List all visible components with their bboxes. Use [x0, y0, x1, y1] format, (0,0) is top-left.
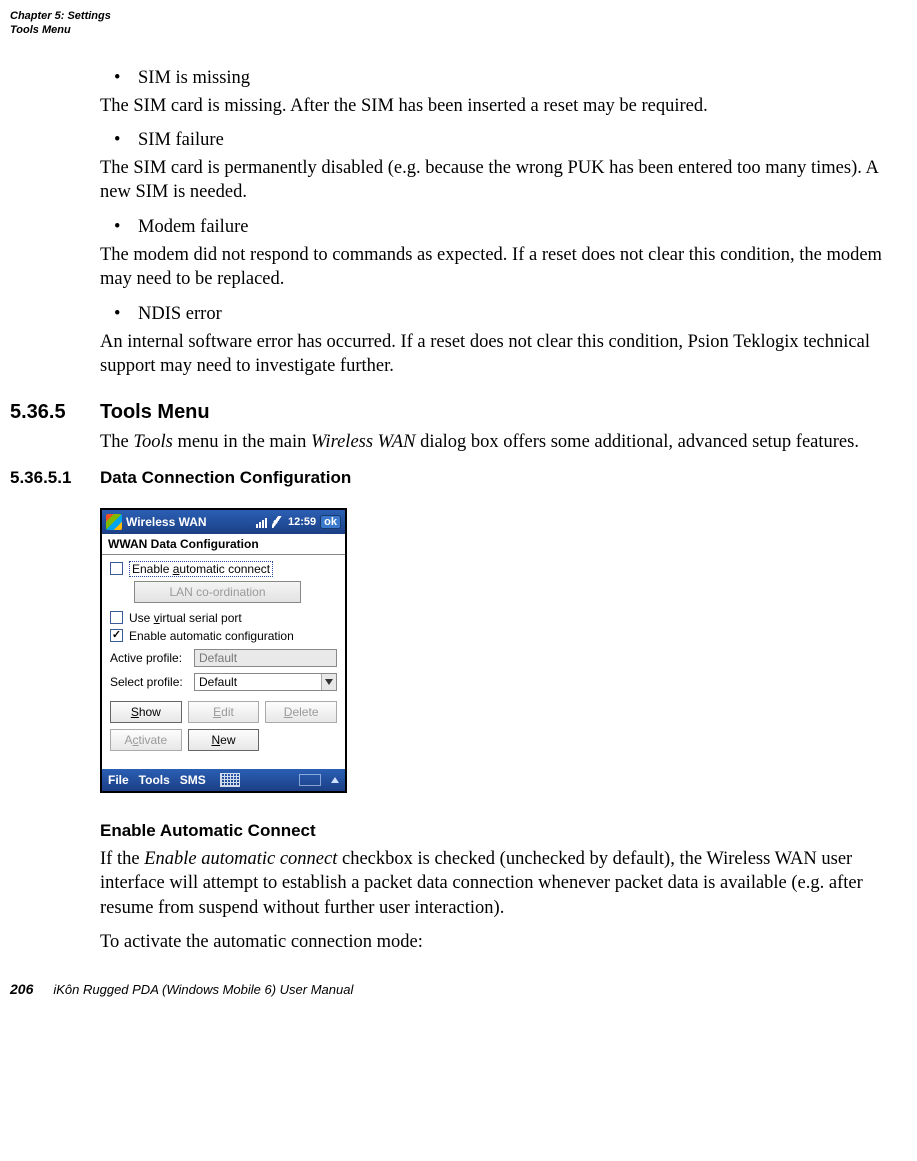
- page-number: 206: [10, 981, 33, 997]
- status-icons: 12:59: [256, 516, 316, 528]
- page: Chapter 5: Settings Tools Menu SIM is mi…: [0, 0, 917, 1017]
- title-bar: Wireless WAN 12:59 ok: [102, 510, 345, 534]
- delete-button: Delete: [265, 701, 337, 723]
- menu-file[interactable]: File: [108, 773, 129, 787]
- new-button[interactable]: New: [188, 729, 260, 751]
- keyboard-icon[interactable]: [220, 773, 240, 787]
- dialog-body: Enable automatic connect LAN co-ordinati…: [102, 555, 345, 769]
- heading-number: 5.36.5: [10, 401, 100, 424]
- bullet-ndis-error: NDIS error: [114, 302, 887, 326]
- checkbox-label: Enable automatic connect: [129, 561, 273, 577]
- header-section: Tools Menu: [10, 24, 887, 38]
- active-profile-label: Active profile:: [110, 651, 188, 665]
- heading-tools-menu: 5.36.5 Tools Menu: [10, 401, 887, 424]
- select-profile-dropdown[interactable]: Default: [194, 673, 337, 691]
- heading-data-conn-config: 5.36.5.1 Data Connection Configuration: [10, 468, 887, 488]
- screenshot-wwan-config: Wireless WAN 12:59 ok WWAN Data Configur…: [100, 508, 347, 793]
- window-title: Wireless WAN: [126, 515, 252, 529]
- profile-buttons: Show Edit Delete Activate New: [110, 701, 337, 751]
- subheading-number: 5.36.5.1: [10, 468, 100, 488]
- para-sim-failure: The SIM card is permanently disabled (e.…: [100, 156, 887, 205]
- clock: 12:59: [288, 516, 316, 528]
- active-profile-row: Active profile: Default: [110, 649, 337, 667]
- signal-icon: [256, 516, 268, 528]
- button-placeholder: [265, 729, 337, 751]
- heading-enable-auto-connect: Enable Automatic Connect: [100, 821, 887, 841]
- checkbox-icon: [110, 611, 123, 624]
- para-modem-failure: The modem did not respond to commands as…: [100, 243, 887, 292]
- menu-tools[interactable]: Tools: [139, 773, 170, 787]
- header-chapter: Chapter 5: Settings: [10, 10, 887, 24]
- checkbox-auto-configuration[interactable]: Enable automatic configuration: [110, 629, 337, 643]
- para-sim-missing: The SIM card is missing. After the SIM h…: [100, 94, 887, 118]
- menu-sms[interactable]: SMS: [180, 773, 206, 787]
- select-profile-value: Default: [195, 674, 321, 690]
- content-column: SIM is missing The SIM card is missing. …: [100, 66, 887, 955]
- speaker-icon: [272, 516, 284, 528]
- bullet-sim-failure: SIM failure: [114, 128, 887, 152]
- caret-up-icon[interactable]: [331, 777, 339, 783]
- checkbox-auto-connect[interactable]: Enable automatic connect: [110, 561, 337, 577]
- ok-button[interactable]: ok: [320, 515, 341, 529]
- select-profile-row: Select profile: Default: [110, 673, 337, 691]
- show-button[interactable]: Show: [110, 701, 182, 723]
- active-profile-value: Default: [194, 649, 337, 667]
- subheading-title: Data Connection Configuration: [100, 468, 351, 488]
- device-screen: Wireless WAN 12:59 ok WWAN Data Configur…: [102, 510, 345, 791]
- checkbox-virtual-serial-port[interactable]: Use virtual serial port: [110, 611, 337, 625]
- running-header: Chapter 5: Settings Tools Menu: [10, 10, 887, 38]
- lan-coordination-button: LAN co-ordination: [134, 581, 301, 603]
- footer: 206 iKôn Rugged PDA (Windows Mobile 6) U…: [10, 981, 887, 997]
- bullet-sim-missing: SIM is missing: [114, 66, 887, 90]
- select-profile-label: Select profile:: [110, 675, 188, 689]
- dialog-title: WWAN Data Configuration: [102, 534, 345, 555]
- para-activate-auto-mode: To activate the automatic connection mod…: [100, 930, 887, 954]
- activate-button: Activate: [110, 729, 182, 751]
- para-tools-intro: The Tools menu in the main Wireless WAN …: [100, 430, 887, 454]
- menu-bar: File Tools SMS: [102, 769, 345, 791]
- bullet-modem-failure: Modem failure: [114, 215, 887, 239]
- checkbox-label: Enable automatic configuration: [129, 629, 294, 643]
- chevron-down-icon: [321, 674, 336, 690]
- start-icon[interactable]: [106, 514, 122, 530]
- checkbox-icon: [110, 562, 123, 575]
- heading-title: Tools Menu: [100, 401, 210, 424]
- footer-title: iKôn Rugged PDA (Windows Mobile 6) User …: [53, 982, 353, 997]
- sip-icon[interactable]: [299, 774, 321, 786]
- checkbox-label: Use virtual serial port: [129, 611, 242, 625]
- edit-button: Edit: [188, 701, 260, 723]
- checkbox-icon: [110, 629, 123, 642]
- para-ndis-error: An internal software error has occurred.…: [100, 330, 887, 379]
- para-enable-auto-connect: If the Enable automatic connect checkbox…: [100, 847, 887, 920]
